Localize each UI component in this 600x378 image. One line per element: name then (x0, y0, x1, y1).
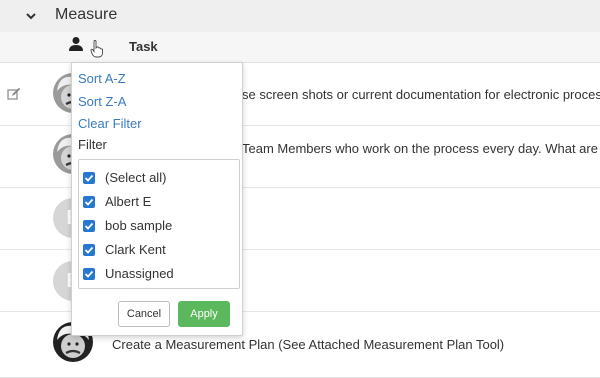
checkbox-checked[interactable] (83, 219, 95, 232)
filter-option-label: (Select all) (105, 170, 167, 185)
filter-dropdown: Sort A-Z Sort Z-A Clear Filter Filter (S… (71, 62, 243, 336)
checkbox-checked[interactable] (83, 195, 95, 208)
filter-option-label: Unassigned (105, 266, 174, 281)
sort-za-link[interactable]: Sort Z-A (78, 94, 126, 109)
filter-option[interactable]: Clark Kent (83, 242, 166, 257)
filter-options-list: (Select all) Albert E bob sample Clark K… (78, 159, 240, 289)
section-title: Measure (55, 6, 118, 23)
checkbox-checked[interactable] (83, 267, 95, 280)
checkbox-checked[interactable] (83, 243, 95, 256)
person-icon[interactable] (68, 36, 84, 57)
task-column-header[interactable]: Task (129, 39, 158, 54)
hand-pointer-icon (90, 40, 104, 63)
task-text: se screen shots or current documentation… (242, 87, 600, 102)
sort-az-link[interactable]: Sort A-Z (78, 71, 126, 86)
filter-option-label: bob sample (105, 218, 173, 233)
filter-option[interactable]: (Select all) (83, 170, 166, 185)
edit-icon[interactable] (7, 87, 21, 106)
filter-option[interactable]: Albert E (83, 194, 151, 209)
filter-option-label: Clark Kent (105, 242, 166, 257)
clear-filter-link[interactable]: Clear Filter (78, 116, 142, 131)
filter-label: Filter (78, 137, 107, 152)
checkbox-checked[interactable] (83, 171, 95, 184)
section-header[interactable]: Measure (0, 0, 600, 32)
filter-option[interactable]: bob sample (83, 218, 172, 233)
task-text: Create a Measurement Plan (See Attached … (112, 337, 505, 352)
task-text: Team Members who work on the process eve… (242, 141, 600, 156)
chevron-down-icon[interactable] (25, 9, 37, 27)
cancel-button[interactable]: Cancel (118, 301, 170, 327)
filter-option[interactable]: Unassigned (83, 266, 174, 281)
apply-button[interactable]: Apply (178, 301, 230, 327)
filter-option-label: Albert E (105, 194, 152, 209)
